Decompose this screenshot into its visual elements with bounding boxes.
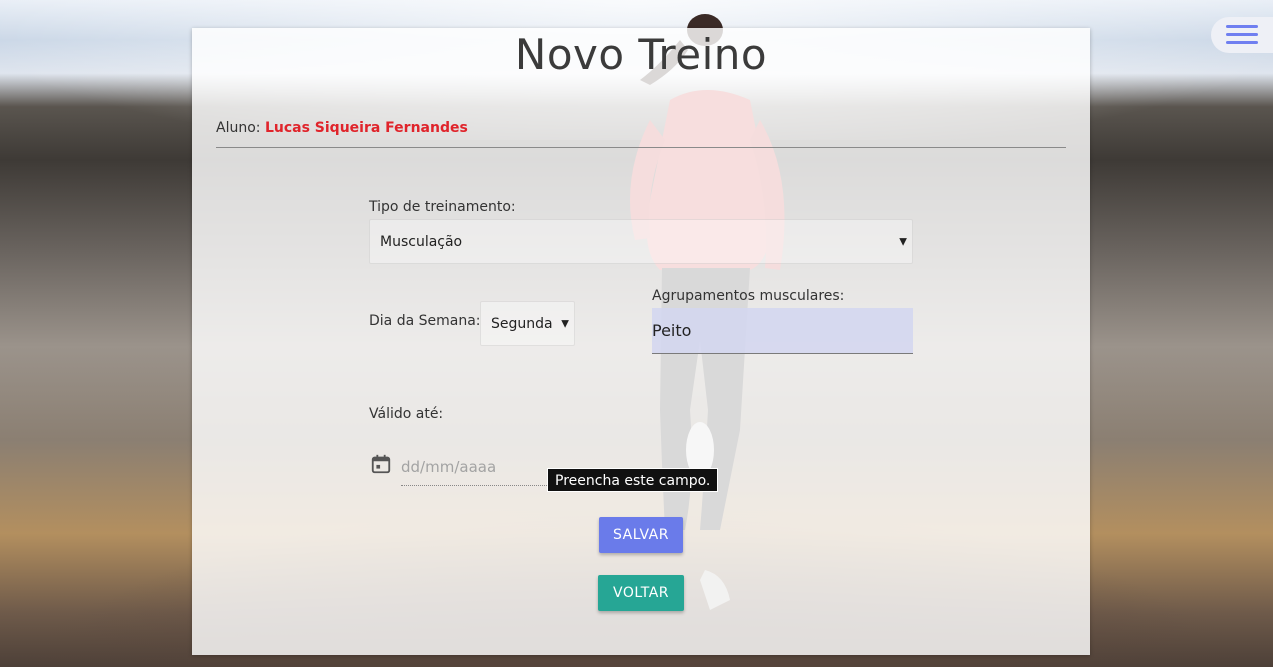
student-name: Lucas Siqueira Fernandes <box>264 120 468 136</box>
training-type-value: Musculação <box>380 233 463 250</box>
save-button[interactable]: SALVAR <box>599 517 683 553</box>
weekday-select[interactable]: Segunda ▼ <box>480 301 575 346</box>
student-label: Aluno: <box>216 120 261 136</box>
chevron-down-icon: ▼ <box>561 318 569 329</box>
hamburger-menu-icon <box>1226 25 1258 45</box>
calendar-icon[interactable] <box>370 453 392 475</box>
page-title: Novo Treino <box>514 30 768 79</box>
training-type-select[interactable]: Musculação ▼ <box>369 219 913 264</box>
training-type-label: Tipo de treinamento: <box>369 199 516 215</box>
student-info: Aluno: Lucas Siqueira Fernandes <box>216 120 468 136</box>
weekday-value: Segunda <box>491 315 553 332</box>
validation-tooltip: Preencha este campo. <box>547 468 719 492</box>
weekday-label: Dia da Semana: <box>369 313 481 329</box>
valid-until-input[interactable]: dd/mm/aaaa <box>401 448 547 486</box>
new-training-card: Novo Treino Aluno: Lucas Siqueira Fernan… <box>192 28 1090 655</box>
back-button[interactable]: VOLTAR <box>598 575 684 611</box>
muscle-groups-input[interactable]: Peito <box>652 308 913 354</box>
chevron-down-icon: ▼ <box>899 236 907 247</box>
divider <box>216 147 1066 148</box>
menu-toggle-button[interactable] <box>1211 17 1273 53</box>
muscle-groups-label: Agrupamentos musculares: <box>652 288 845 304</box>
valid-until-label: Válido até: <box>369 406 444 422</box>
